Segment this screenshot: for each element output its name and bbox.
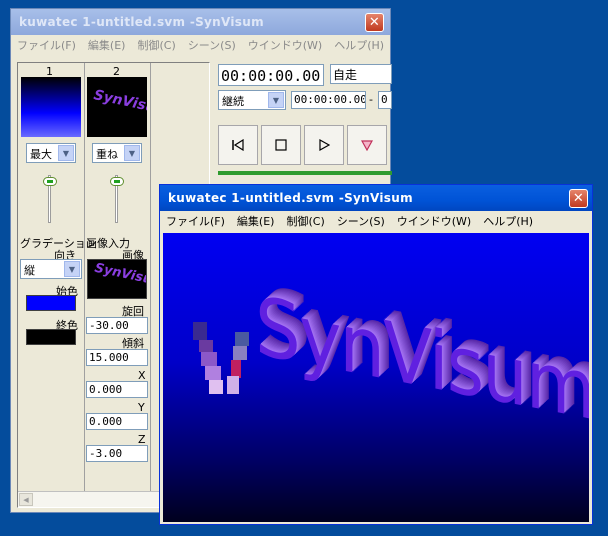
back-menu-edit[interactable]: 編集(E) [88, 37, 126, 53]
end-time-field[interactable]: 0 [378, 91, 392, 109]
chevron-down-icon: ▼ [268, 92, 284, 108]
back-menubar: ファイル(F) 編集(E) 制御(C) シーン(S) ウインドウ(W) ヘルプ(… [11, 35, 390, 55]
scroll-left-button[interactable]: ◀ [19, 493, 33, 506]
orientation-value: 縦 [24, 264, 35, 277]
play-button[interactable] [304, 125, 344, 165]
layer-1-thumbnail[interactable] [21, 77, 81, 137]
front-menu-file[interactable]: ファイル(F) [166, 213, 225, 229]
front-window-title: kuwatec 1-untitled.svm -SynVisum [168, 191, 413, 205]
front-menu-control[interactable]: 制御(C) [286, 213, 324, 229]
stop-button[interactable] [261, 125, 301, 165]
preview-3d-text: SynVisum [255, 278, 589, 438]
front-close-button[interactable]: ✕ [569, 189, 588, 208]
layer-1-opacity-slider[interactable] [43, 177, 57, 186]
back-window-titlebar[interactable]: kuwatec 1-untitled.svm -SynVisum ✕ [11, 9, 390, 35]
chevron-down-icon: ▼ [58, 145, 74, 161]
record-button[interactable] [347, 125, 387, 165]
front-menu-window[interactable]: ウインドウ(W) [397, 213, 471, 229]
column-divider [150, 63, 151, 491]
start-color-swatch[interactable] [26, 295, 76, 311]
back-window-title: kuwatec 1-untitled.svm -SynVisum [19, 15, 264, 29]
back-menu-scene[interactable]: シーン(S) [188, 37, 236, 53]
back-menu-help[interactable]: ヘルプ(H) [334, 37, 384, 53]
layer-1-blend-value: 最大 [30, 148, 52, 161]
preview-text: SynVisum [255, 278, 589, 439]
tilt-field[interactable]: 15.000 [86, 349, 148, 366]
front-window: kuwatec 1-untitled.svm -SynVisum ✕ ファイル(… [159, 184, 593, 525]
front-menu-edit[interactable]: 編集(E) [237, 213, 275, 229]
preview-canvas[interactable]: SynVisum [163, 233, 589, 522]
loop-mode-value: 継続 [222, 95, 244, 108]
chevron-down-icon: ▼ [124, 145, 140, 161]
z-field[interactable]: -3.00 [86, 445, 148, 462]
back-menu-window[interactable]: ウインドウ(W) [248, 37, 322, 53]
front-window-titlebar[interactable]: kuwatec 1-untitled.svm -SynVisum ✕ [160, 185, 592, 211]
layer-2-opacity-slider[interactable] [110, 177, 124, 186]
layer-1-blend-select[interactable]: 最大 ▼ [26, 143, 76, 163]
layer-2-thumbnail-text: SynVisum [92, 87, 147, 119]
orientation-select[interactable]: 縦 ▼ [20, 259, 82, 279]
layer-2-blend-value: 重ね [96, 148, 118, 161]
layer-2-thumbnail[interactable]: SynVisum [87, 77, 147, 137]
chevron-down-icon: ▼ [64, 261, 80, 277]
front-menu-scene[interactable]: シーン(S) [337, 213, 385, 229]
x-field[interactable]: 0.000 [86, 381, 148, 398]
timecode-display: 00:00:00.00 [218, 64, 324, 86]
stop-icon [275, 139, 287, 151]
play-icon [319, 139, 330, 151]
end-color-swatch[interactable] [26, 329, 76, 345]
skip-start-icon [232, 139, 244, 151]
skip-to-start-button[interactable] [218, 125, 258, 165]
close-icon: ✕ [368, 15, 381, 30]
rotation-field[interactable]: -30.00 [86, 317, 148, 334]
close-icon: ✕ [572, 191, 585, 206]
back-menu-control[interactable]: 制御(C) [137, 37, 175, 53]
y-field[interactable]: 0.000 [86, 413, 148, 430]
layer-2-blend-select[interactable]: 重ね ▼ [92, 143, 142, 163]
column-divider [84, 63, 85, 491]
start-time-field[interactable]: 00:00:00.00 [291, 91, 366, 109]
time-range-separator: - [369, 93, 373, 106]
timeline-bar[interactable] [218, 171, 392, 175]
back-menu-file[interactable]: ファイル(F) [17, 37, 76, 53]
loop-mode-select[interactable]: 継続 ▼ [218, 90, 286, 110]
mode-display[interactable]: 自走 [330, 64, 392, 84]
front-menu-help[interactable]: ヘルプ(H) [483, 213, 533, 229]
image-input-preview-text: SynVisum [93, 260, 147, 291]
image-input-preview[interactable]: SynVisum [87, 259, 147, 299]
back-close-button[interactable]: ✕ [365, 13, 384, 32]
front-menubar: ファイル(F) 編集(E) 制御(C) シーン(S) ウインドウ(W) ヘルプ(… [160, 211, 592, 231]
record-icon [361, 140, 373, 151]
